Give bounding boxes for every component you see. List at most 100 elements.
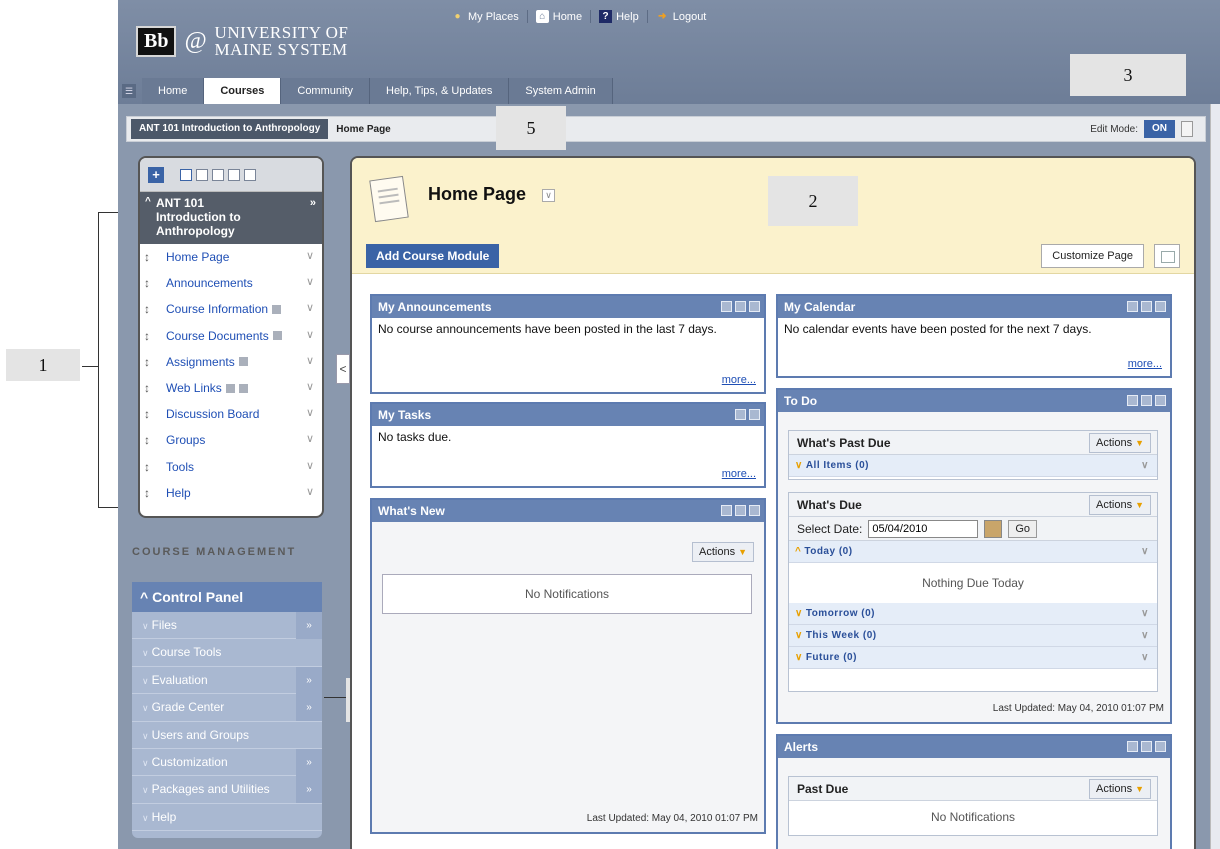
course-menu-item-assignments[interactable]: ↕ Assignments ∨ [140, 349, 322, 375]
course-menu-item-tools[interactable]: ↕ Tools ∨ [140, 454, 322, 480]
drag-handle-icon[interactable]: ↕ [144, 485, 152, 501]
more-link[interactable]: more... [722, 374, 756, 386]
close-icon[interactable] [1155, 741, 1166, 752]
all-items-row[interactable]: ∨ All Items (0) ∨ [789, 455, 1157, 477]
future-row[interactable]: ∨ Future (0) ∨ [789, 647, 1157, 669]
edit-icon[interactable] [1127, 741, 1138, 752]
minimize-icon[interactable] [1141, 301, 1152, 312]
this-week-row[interactable]: ∨ This Week (0) ∨ [789, 625, 1157, 647]
customize-page-button[interactable]: Customize Page [1041, 244, 1144, 268]
control-panel-item-customization[interactable]: ∨ Customization» [132, 748, 322, 777]
select-date-input[interactable] [868, 519, 979, 538]
edit-icon[interactable] [721, 505, 732, 516]
actions-button[interactable]: Actions ▼ [1089, 495, 1151, 515]
course-menu-item-discussion-board[interactable]: ↕ Discussion Board ∨ [140, 401, 322, 427]
close-icon[interactable] [1155, 301, 1166, 312]
chevron-down-icon[interactable]: ∨ [306, 406, 314, 419]
minimize-icon[interactable] [735, 409, 746, 420]
drag-handle-icon[interactable]: ↕ [144, 301, 152, 317]
chevron-right-icon[interactable]: » [296, 612, 322, 639]
chevron-right-icon[interactable]: » [296, 748, 322, 776]
close-icon[interactable] [749, 301, 760, 312]
drag-handle-icon[interactable]: ↕ [144, 328, 152, 344]
home-link[interactable]: ⌂ Home [535, 10, 592, 23]
course-menu-item-home-page[interactable]: ↕ Home Page ∨ [140, 244, 322, 270]
chevron-right-icon[interactable]: » [296, 694, 322, 722]
tab-home[interactable]: Home [142, 78, 205, 104]
toggle-header-icon[interactable]: ☰ [122, 84, 136, 98]
collapse-menu-button[interactable]: < [336, 354, 350, 384]
breadcrumb-course[interactable]: ANT 101 Introduction to Anthropology [131, 119, 329, 139]
map-view-icon[interactable] [244, 168, 256, 181]
more-link[interactable]: more... [1128, 358, 1162, 370]
drag-handle-icon[interactable]: ↕ [144, 459, 152, 475]
course-menu-item-course-information[interactable]: ↕ Course Information ∨ [140, 296, 322, 322]
tomorrow-row[interactable]: ∨ Tomorrow (0) ∨ [789, 603, 1157, 625]
new-window-icon[interactable] [212, 168, 224, 181]
list-view-icon[interactable] [196, 168, 208, 181]
course-menu-item-web-links[interactable]: ↕ Web Links ∨ [140, 375, 322, 401]
edit-icon[interactable] [1127, 395, 1138, 406]
today-row[interactable]: ^ Today (0) ∨ [789, 541, 1157, 563]
go-button[interactable]: Go [1008, 519, 1038, 538]
chevron-down-icon[interactable]: ∨ [306, 328, 314, 341]
settings-icon[interactable] [1127, 301, 1138, 312]
chevron-down-icon[interactable]: ∨ [1141, 455, 1149, 477]
drag-handle-icon[interactable]: ↕ [144, 380, 152, 396]
tab-community[interactable]: Community [281, 78, 370, 104]
chevron-down-icon[interactable]: ∨ [306, 380, 314, 393]
chevron-down-icon[interactable]: ∨ [306, 432, 314, 445]
logout-link[interactable]: ➜ Logout [656, 10, 715, 23]
drag-handle-icon[interactable]: ↕ [144, 249, 152, 265]
tab-help-tips-updates[interactable]: Help, Tips, & Updates [370, 78, 510, 104]
page-scrollbar[interactable] [1210, 104, 1220, 849]
course-menu-item-help[interactable]: ↕ Help ∨ [140, 480, 322, 506]
actions-button[interactable]: Actions ▼ [692, 542, 754, 562]
drag-handle-icon[interactable]: ↕ [144, 354, 152, 370]
chevron-right-icon[interactable]: » [296, 776, 322, 804]
control-panel-item-course-tools[interactable]: ∨ Course Tools [132, 639, 322, 667]
folder-view-icon[interactable] [180, 168, 192, 181]
chevron-down-icon[interactable]: ∨ [306, 485, 314, 498]
help-link[interactable]: ? Help [599, 10, 648, 23]
course-menu-title[interactable]: ^ ANT 101 Introduction to Anthropology » [140, 192, 322, 244]
edit-mode-toggle[interactable]: ON [1144, 120, 1175, 138]
chevron-down-icon[interactable]: ∨ [1141, 647, 1149, 669]
drag-handle-icon[interactable]: ↕ [144, 432, 152, 448]
chevron-right-icon[interactable]: » [310, 197, 316, 209]
control-panel-header[interactable]: ^ Control Panel [132, 582, 322, 612]
chevron-down-icon[interactable]: ∨ [306, 301, 314, 314]
actions-button[interactable]: Actions ▼ [1089, 433, 1151, 453]
tab-courses[interactable]: Courses [204, 78, 282, 104]
add-course-module-button[interactable]: Add Course Module [366, 244, 500, 268]
minimize-icon[interactable] [735, 301, 746, 312]
chevron-down-icon[interactable]: ∨ [306, 459, 314, 472]
course-menu-item-announcements[interactable]: ↕ Announcements ∨ [140, 270, 322, 296]
chevron-down-icon[interactable]: ∨ [542, 189, 555, 202]
minimize-icon[interactable] [735, 505, 746, 516]
chevron-down-icon[interactable]: ∨ [1141, 541, 1149, 563]
calendar-icon[interactable] [984, 519, 1003, 538]
actions-button[interactable]: Actions ▼ [1089, 779, 1151, 799]
control-panel-item-grade-center[interactable]: ∨ Grade Center» [132, 694, 322, 722]
chevron-down-icon[interactable]: ∨ [306, 275, 314, 288]
drag-handle-icon[interactable]: ↕ [144, 275, 152, 291]
control-panel-item-packages-and-utilities[interactable]: ∨ Packages and Utilities» [132, 776, 322, 804]
control-panel-item-files[interactable]: ∨ Files» [132, 612, 322, 640]
course-menu-item-course-documents[interactable]: ↕ Course Documents ∨ [140, 323, 322, 349]
chevron-down-icon[interactable]: ∨ [1141, 625, 1149, 647]
institution-logo[interactable]: Bb @ UNIVERSITY OF MAINE SYSTEM [136, 24, 348, 58]
minimize-icon[interactable] [1141, 395, 1152, 406]
edit-mode-switch[interactable] [1181, 121, 1193, 137]
layout-icon[interactable] [1154, 244, 1180, 268]
close-icon[interactable] [749, 505, 760, 516]
settings-icon[interactable] [721, 301, 732, 312]
add-menu-item-icon[interactable]: + [148, 166, 164, 183]
chevron-down-icon[interactable]: ∨ [306, 354, 314, 367]
refresh-icon[interactable] [228, 168, 240, 181]
close-icon[interactable] [749, 409, 760, 420]
control-panel-item-help[interactable]: ∨ Help [132, 804, 322, 832]
my-places-link[interactable]: ● My Places [451, 10, 528, 23]
control-panel-item-users-and-groups[interactable]: ∨ Users and Groups [132, 722, 322, 749]
minimize-icon[interactable] [1141, 741, 1152, 752]
